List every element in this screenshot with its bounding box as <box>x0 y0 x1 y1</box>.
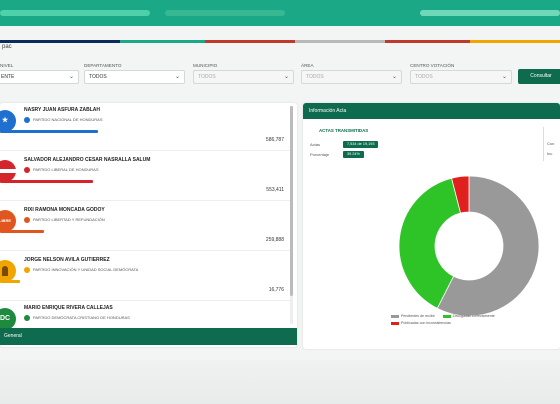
vote-share-bar <box>0 230 44 233</box>
actas-donut-chart <box>398 175 540 317</box>
filter-label-departamento: DEPARTAMENTO <box>84 63 122 68</box>
party-name: PARTIDO INNOVACIÓN Y UNIDAD SOCIAL DEMÓC… <box>33 267 139 272</box>
breadcrumb: pac <box>2 44 12 50</box>
area-select-value: TODOS <box>306 74 324 80</box>
vote-share-bar <box>0 130 99 133</box>
legend-label: Pendientes de recibir <box>401 314 435 318</box>
stripe-segment <box>205 40 295 43</box>
party-dot-icon <box>24 117 30 123</box>
chevron-down-icon: ⌄ <box>391 74 397 80</box>
vote-count: 16,776 <box>268 287 284 293</box>
legend-item: Pendientes de recibir <box>391 314 435 318</box>
candidates-scrollbar[interactable] <box>290 106 293 324</box>
general-bar[interactable]: General <box>0 328 297 345</box>
candidate-row[interactable]: LIBRE RIXI RAMONA MONCADA GODOY PARTIDO … <box>0 203 290 251</box>
legend-swatch <box>391 321 399 325</box>
page-bottom-area <box>0 360 560 404</box>
candidate-name: MARIO ENRIQUE RIVERA CALLEJAS <box>24 305 113 311</box>
nivel-select[interactable]: ENTE ⌄ <box>0 70 79 84</box>
vote-share-bar <box>0 280 20 283</box>
vote-count: 259,888 <box>265 237 284 243</box>
area-select[interactable]: TODOS ⌄ <box>301 70 402 84</box>
chevron-down-icon: ⌄ <box>283 74 289 80</box>
candidate-name: SALVADOR ALEJANDRO CESAR NASRALLA SALUM <box>24 157 151 163</box>
stripe-segment <box>385 40 470 43</box>
legend-item: Publicadas con inconsistencias <box>391 321 451 325</box>
municipio-select[interactable]: TODOS ⌄ <box>193 70 294 84</box>
pinu-icon <box>0 260 16 282</box>
header-highlight <box>0 10 150 16</box>
stripe-segment <box>120 40 205 43</box>
liberal-flag-icon <box>0 160 16 182</box>
legend-label: Publicadas con inconsistencias <box>401 321 451 325</box>
legend-item: Divulgadas correctamente <box>443 314 495 318</box>
filter-label-centro: CENTRO VOTACIÓN <box>410 63 455 68</box>
stripe-segment <box>295 40 385 43</box>
departamento-select-value: TODOS <box>89 74 107 80</box>
flag-stripe <box>0 169 16 173</box>
libre-icon: LIBRE <box>0 210 16 232</box>
chevron-down-icon: ⌄ <box>68 74 74 80</box>
info-acta-panel: Información Acta ACTAS TRANSMITIDAS Acta… <box>303 103 560 349</box>
legend-swatch <box>391 314 399 318</box>
header-highlight <box>420 10 560 16</box>
vote-share-bar <box>0 180 93 183</box>
party-name: PARTIDO LIBERTAD Y REFUNDACIÓN <box>33 217 105 222</box>
chevron-down-icon: ⌄ <box>174 74 180 80</box>
party-name: PARTIDO NACIONAL DE HONDURAS <box>33 117 103 122</box>
nivel-select-value: ENTE <box>1 74 15 80</box>
header-highlight <box>165 10 285 16</box>
top-header-bar <box>0 0 560 26</box>
legend-swatch <box>443 314 451 318</box>
filter-label-municipio: MUNICIPIO <box>193 63 218 68</box>
star-icon: ★ <box>0 110 16 132</box>
centro-votacion-select[interactable]: TODOS ⌄ <box>410 70 512 84</box>
vote-count: 553,411 <box>266 187 284 193</box>
candidate-name: JORGE NELSON AVILA GUTIERREZ <box>24 257 110 263</box>
candidate-row[interactable]: ★ NASRY JUAN ASFURA ZABLAH PARTIDO NACIO… <box>0 103 290 151</box>
legend-label: Divulgadas correctamente <box>453 314 495 318</box>
candidate-row[interactable]: SALVADOR ALEJANDRO CESAR NASRALLA SALUM … <box>0 153 290 201</box>
departamento-select[interactable]: TODOS ⌄ <box>84 70 185 84</box>
dc-icon: DC <box>0 308 16 330</box>
party-name: PARTIDO LIBERAL DE HONDURAS <box>33 167 99 172</box>
party-name: PARTIDO DEMÓCRATA CRISTIANO DE HONDURAS <box>33 315 130 320</box>
municipio-select-value: TODOS <box>198 74 216 80</box>
candidate-name: NASRY JUAN ASFURA ZABLAH <box>24 107 101 113</box>
consultar-button[interactable]: Consultar <box>518 69 560 84</box>
pinu-tree-shape <box>2 266 8 276</box>
party-dot-icon <box>24 217 30 223</box>
vote-count: 586,787 <box>265 137 284 143</box>
candidates-panel: ★ NASRY JUAN ASFURA ZABLAH PARTIDO NACIO… <box>0 103 297 347</box>
centro-select-value: TODOS <box>415 74 433 80</box>
stripe-segment <box>470 40 560 43</box>
candidate-row[interactable]: JORGE NELSON AVILA GUTIERREZ PARTIDO INN… <box>0 253 290 301</box>
party-dot-icon <box>24 267 30 273</box>
filter-label-nivel: NIVEL <box>0 63 14 68</box>
stripe-segment <box>0 40 120 43</box>
chevron-down-icon: ⌄ <box>501 74 507 80</box>
scrollbar-thumb[interactable] <box>290 106 293 296</box>
party-dot-icon <box>24 167 30 173</box>
candidate-name: RIXI RAMONA MONCADA GODOY <box>24 207 105 213</box>
filter-label-area: ÁREA <box>301 63 314 68</box>
party-dot-icon <box>24 315 30 321</box>
